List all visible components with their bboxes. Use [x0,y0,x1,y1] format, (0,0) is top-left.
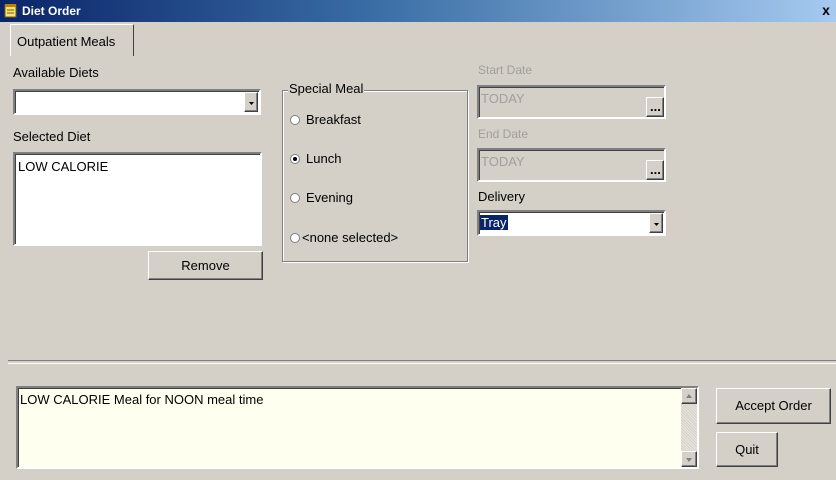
start-date-label: Start Date [478,63,533,77]
section-divider [8,360,836,364]
radio-label-lunch[interactable]: Lunch [306,151,341,166]
list-item[interactable]: LOW CALORIE [18,159,108,174]
delivery-value: Tray [480,215,508,230]
available-diets-combo[interactable] [13,89,261,115]
start-date-picker-button[interactable]: ... [646,97,664,117]
tab-outpatient-meals[interactable]: Outpatient Meals [10,24,134,56]
selected-diet-label: Selected Diet [13,129,91,144]
summary-scrollbar[interactable] [681,388,697,467]
accept-order-button[interactable]: Accept Order [716,388,831,424]
special-meal-label: Special Meal [288,81,365,96]
delivery-label: Delivery [478,189,525,204]
scroll-down-button[interactable] [681,451,697,467]
radio-breakfast[interactable] [290,115,300,125]
available-diets-dropdown-button[interactable] [244,92,258,112]
order-summary-text: LOW CALORIE Meal for NOON meal time [20,392,264,407]
notepad-icon [4,4,17,18]
radio-label-none-selected[interactable]: <none selected> [302,230,398,245]
tab-label: Outpatient Meals [17,34,116,49]
radio-selected-dot [293,157,297,161]
chevron-down-icon [654,223,659,226]
end-date-field: TODAY ... [477,148,666,182]
quit-button[interactable]: Quit [716,432,778,467]
radio-lunch[interactable] [290,154,300,164]
available-diets-label: Available Diets [13,65,99,80]
start-date-field: TODAY ... [477,85,666,119]
delivery-dropdown-button[interactable] [649,213,663,233]
order-summary-textarea[interactable]: LOW CALORIE Meal for NOON meal time [16,386,699,469]
selected-diet-list[interactable]: LOW CALORIE [13,152,262,246]
arrow-down-icon [686,458,692,462]
arrow-up-icon [686,394,692,398]
chevron-down-icon [249,102,254,105]
window-title: Diet Order [22,4,81,18]
radio-label-breakfast[interactable]: Breakfast [306,112,361,127]
scroll-up-button[interactable] [681,388,697,404]
end-date-picker-button[interactable]: ... [646,160,664,180]
title-bar: Diet Order x [0,0,836,22]
close-icon[interactable]: x [818,2,834,19]
remove-button[interactable]: Remove [148,251,263,280]
end-date-label: End Date [478,127,529,141]
ellipsis-icon: ... [650,162,661,177]
radio-none-selected[interactable] [290,233,300,243]
end-date-value: TODAY [481,154,525,169]
delivery-combo[interactable]: Tray [477,210,666,236]
radio-label-evening[interactable]: Evening [306,190,353,205]
ellipsis-icon: ... [650,99,661,114]
start-date-value: TODAY [481,91,525,106]
radio-evening[interactable] [290,193,300,203]
